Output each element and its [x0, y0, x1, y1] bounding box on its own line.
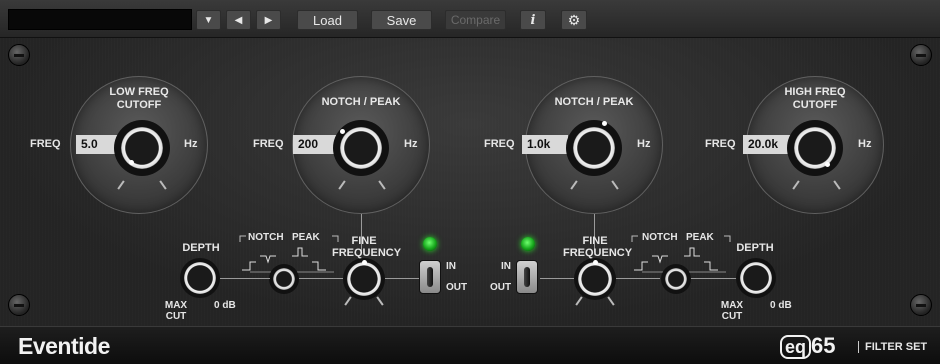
- preset-next-button[interactable]: ▶: [256, 10, 281, 30]
- right-mode-selector-knob[interactable]: [661, 264, 691, 294]
- high-cutoff-unit: Hz: [858, 138, 872, 150]
- left-in-out-switch[interactable]: [419, 260, 441, 294]
- brand-logo: Eventide: [18, 333, 110, 359]
- high-cutoff-freq-label: FREQ: [705, 138, 736, 150]
- preset-prev-button[interactable]: ◀: [226, 10, 251, 30]
- left-notch-peak-title: NOTCH / PEAK: [321, 96, 401, 108]
- left-notch-unit: Hz: [404, 138, 418, 150]
- screw-icon: [910, 44, 932, 66]
- knob-indicator: [593, 260, 598, 265]
- knob-indicator: [340, 129, 345, 134]
- chevron-down-icon: ▼: [203, 14, 214, 26]
- left-mode-selector-knob[interactable]: [269, 264, 299, 294]
- chevron-left-icon: ◀: [234, 14, 243, 26]
- toolbar: ▼ ◀ ▶ Load Save Compare i ⚙: [0, 0, 940, 38]
- preset-dropdown-button[interactable]: ▼: [196, 10, 221, 30]
- right-notch-peak-title: NOTCH / PEAK: [554, 96, 634, 108]
- screw-icon: [8, 44, 30, 66]
- left-notch-value[interactable]: 200: [293, 135, 339, 154]
- info-button[interactable]: i: [520, 10, 546, 30]
- knob-indicator: [129, 160, 134, 165]
- left-switch-in: IN: [446, 261, 456, 272]
- product-logo: eq 65: [780, 333, 836, 359]
- low-cutoff-knob[interactable]: [114, 120, 170, 176]
- left-zero-db: 0 dB: [214, 300, 236, 311]
- left-fine-freq-1: FINE: [351, 235, 377, 247]
- chevron-right-icon: ▶: [264, 14, 273, 26]
- save-button[interactable]: Save: [371, 10, 432, 30]
- screw-icon: [910, 294, 932, 316]
- right-notch-freq-knob[interactable]: [566, 120, 622, 176]
- product-number: 65: [811, 333, 836, 358]
- knob-indicator: [602, 121, 607, 126]
- high-cutoff-title-1: HIGH FREQ: [784, 86, 846, 98]
- right-fine-freq-1: FINE: [582, 235, 608, 247]
- left-notch-freq-label: FREQ: [253, 138, 284, 150]
- left-max-cut-1: MAX: [164, 300, 188, 311]
- right-notch-unit: Hz: [637, 138, 651, 150]
- right-depth-label: DEPTH: [736, 242, 774, 254]
- product-eq: eq: [780, 335, 812, 359]
- product-subtitle: FILTER SET: [858, 341, 927, 353]
- low-cutoff-title-2: CUTOFF: [116, 99, 162, 111]
- right-in-out-switch[interactable]: [516, 260, 538, 294]
- settings-button[interactable]: ⚙: [561, 10, 587, 30]
- screw-icon: [8, 294, 30, 316]
- left-fine-frequency-knob[interactable]: [343, 258, 385, 300]
- preset-name-field[interactable]: [8, 9, 192, 30]
- main-panel: LOW FREQ CUTOFF FREQ 5.0 Hz NOTCH / PEAK…: [0, 38, 940, 326]
- high-cutoff-value[interactable]: 20.0k: [743, 135, 791, 154]
- right-fine-frequency-knob[interactable]: [574, 258, 616, 300]
- right-max-cut-1: MAX: [720, 300, 744, 311]
- right-active-led: [521, 237, 535, 251]
- left-depth-label: DEPTH: [182, 242, 220, 254]
- low-cutoff-unit: Hz: [184, 138, 198, 150]
- right-switch-in: IN: [501, 261, 511, 272]
- left-notch-freq-knob[interactable]: [333, 120, 389, 176]
- info-icon: i: [530, 12, 536, 28]
- left-depth-knob[interactable]: [180, 258, 220, 298]
- low-cutoff-freq-label: FREQ: [30, 138, 61, 150]
- high-cutoff-title-2: CUTOFF: [792, 99, 838, 111]
- knob-indicator: [825, 162, 830, 167]
- high-cutoff-knob[interactable]: [787, 120, 843, 176]
- left-max-cut-2: CUT: [165, 311, 187, 322]
- left-switch-out: OUT: [446, 282, 468, 293]
- compare-button[interactable]: Compare: [445, 10, 506, 30]
- right-switch-out: OUT: [490, 282, 512, 293]
- right-notch-freq-label: FREQ: [484, 138, 515, 150]
- right-notch-value[interactable]: 1.0k: [522, 135, 568, 154]
- low-cutoff-title-1: LOW FREQ: [109, 86, 169, 98]
- right-zero-db: 0 dB: [770, 300, 792, 311]
- footer: Eventide eq 65 FILTER SET: [0, 326, 940, 364]
- load-button[interactable]: Load: [297, 10, 358, 30]
- knob-indicator: [362, 260, 367, 265]
- gear-icon: ⚙: [567, 11, 581, 28]
- right-max-cut-2: CUT: [721, 311, 743, 322]
- right-depth-knob[interactable]: [736, 258, 776, 298]
- left-active-led: [423, 237, 437, 251]
